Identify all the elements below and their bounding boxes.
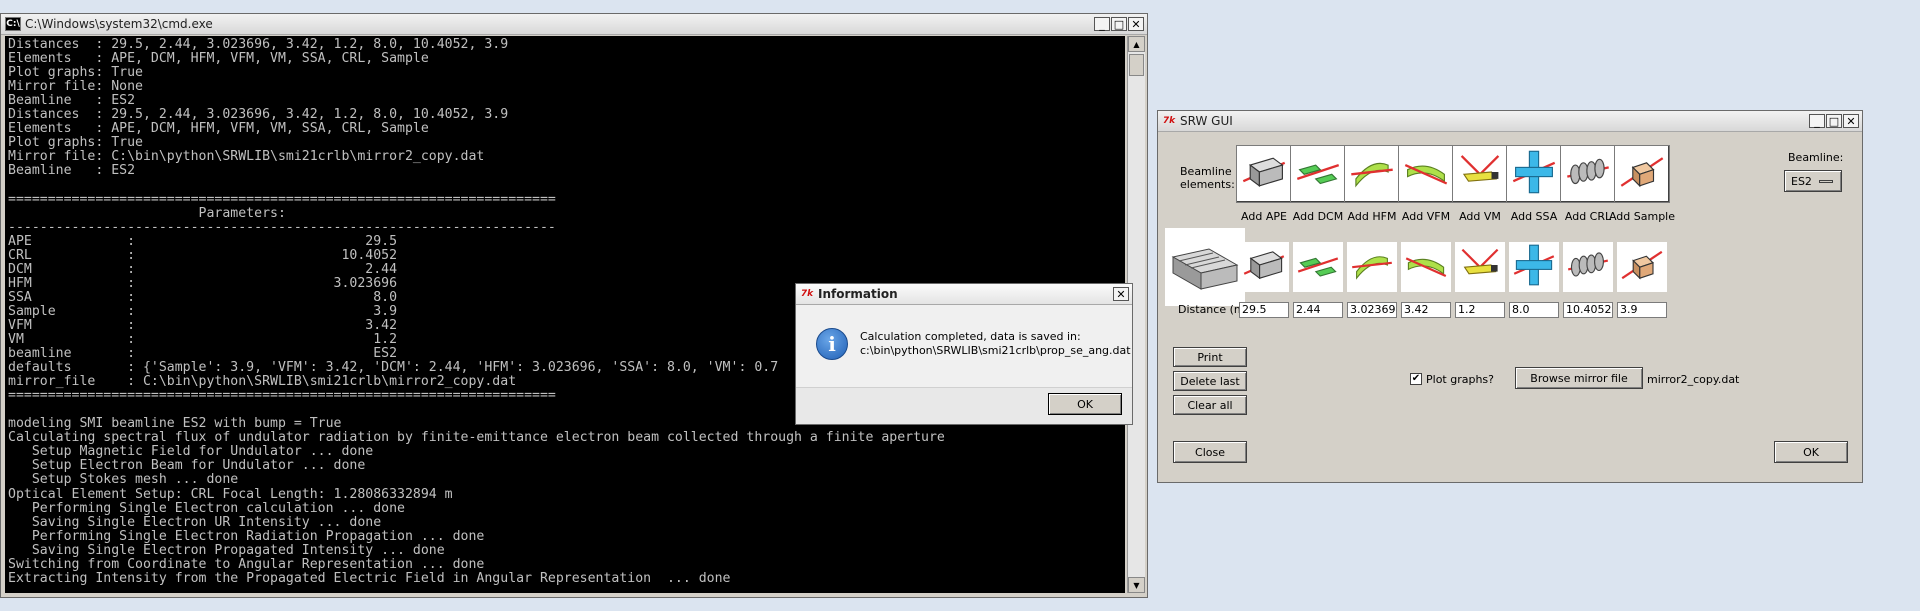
vm-icon <box>1457 149 1503 199</box>
dialog-ok-button[interactable]: OK <box>1048 393 1122 415</box>
crl-icon <box>1566 243 1610 291</box>
add-vm-button[interactable] <box>1452 145 1508 203</box>
element-preview <box>1293 242 1343 292</box>
element-preview <box>1617 242 1667 292</box>
add-vfm-button[interactable] <box>1398 145 1454 203</box>
add-sample-button[interactable] <box>1614 145 1670 203</box>
console-titlebar[interactable]: C:\ C:\Windows\system32\cmd.exe _ □ ✕ <box>1 14 1147 35</box>
srw-titlebar[interactable]: 7k SRW GUI _ □ ✕ <box>1158 111 1862 132</box>
distance-input[interactable]: 10.4052 <box>1563 302 1613 318</box>
plot-graphs-label: Plot graphs? <box>1426 373 1494 386</box>
close-button[interactable]: ✕ <box>1843 114 1859 128</box>
print-button[interactable]: Print <box>1173 347 1247 367</box>
minimize-button[interactable]: _ <box>1094 17 1110 31</box>
hfm-icon <box>1350 243 1394 291</box>
element-preview <box>1401 242 1451 292</box>
console-title: C:\Windows\system32\cmd.exe <box>25 17 213 31</box>
vfm-icon <box>1403 149 1449 199</box>
distance-input[interactable]: 29.5 <box>1239 302 1289 318</box>
cmd-icon: C:\ <box>5 17 21 31</box>
add-element-label: Add Sample <box>1608 210 1676 223</box>
add-hfm-button[interactable] <box>1344 145 1400 203</box>
info-icon: i <box>816 328 848 360</box>
tk-feather-icon: 7k <box>1162 116 1176 126</box>
beamline-preview-image <box>1165 228 1245 306</box>
close-button[interactable]: ✕ <box>1128 17 1144 31</box>
distance-input[interactable]: 3.42 <box>1401 302 1451 318</box>
scroll-up-arrow-icon[interactable]: ▲ <box>1128 36 1145 52</box>
option-menu-indicator-icon <box>1819 180 1833 183</box>
srw-gui-window[interactable]: 7k SRW GUI _ □ ✕ Beamline elements: Dist… <box>1157 110 1863 483</box>
beamline-select[interactable]: ES2 <box>1784 170 1842 192</box>
dcm-icon <box>1295 149 1341 199</box>
browse-mirror-button[interactable]: Browse mirror file <box>1515 367 1643 389</box>
ok-button[interactable]: OK <box>1774 441 1848 463</box>
scroll-thumb[interactable] <box>1129 54 1144 76</box>
vfm-icon <box>1404 243 1448 291</box>
srw-title: SRW GUI <box>1180 114 1233 128</box>
maximize-button[interactable]: □ <box>1826 114 1842 128</box>
close-button[interactable]: Close <box>1173 441 1247 463</box>
dialog-titlebar[interactable]: 7k Information ✕ <box>796 284 1132 305</box>
delete-last-button[interactable]: Delete last <box>1173 371 1247 391</box>
aperture-icon <box>1241 149 1287 199</box>
scroll-down-arrow-icon[interactable]: ▼ <box>1128 577 1145 593</box>
dialog-message-line1: Calculation completed, data is saved in: <box>860 330 1081 343</box>
ssa-icon <box>1511 149 1557 199</box>
element-preview <box>1455 242 1505 292</box>
beamline-select-value: ES2 <box>1791 174 1812 188</box>
element-preview <box>1347 242 1397 292</box>
crl-icon <box>1565 149 1611 199</box>
plot-graphs-checkbox[interactable]: ✔ <box>1410 373 1422 385</box>
aperture-icon <box>1242 243 1286 291</box>
distance-input[interactable]: 3.9 <box>1617 302 1667 318</box>
beamline-label: Beamline: <box>1788 151 1844 164</box>
add-dcm-button[interactable] <box>1290 145 1346 203</box>
dcm-icon <box>1296 243 1340 291</box>
distance-input[interactable]: 1.2 <box>1455 302 1505 318</box>
minimize-button[interactable]: _ <box>1809 114 1825 128</box>
distance-input[interactable]: 3.023696 <box>1347 302 1397 318</box>
tk-feather-icon: 7k <box>800 289 814 299</box>
vm-icon <box>1458 243 1502 291</box>
add-ssa-button[interactable] <box>1506 145 1562 203</box>
element-preview <box>1239 242 1289 292</box>
ssa-icon <box>1512 243 1556 291</box>
sample-icon <box>1620 243 1664 291</box>
dialog-title: Information <box>818 287 898 301</box>
sample-icon <box>1619 149 1665 199</box>
add-aperture-button[interactable] <box>1236 145 1292 203</box>
information-dialog[interactable]: 7k Information ✕ i Calculation completed… <box>795 283 1133 425</box>
beamline-elements-label: Beamline elements: <box>1180 165 1235 191</box>
close-button[interactable]: ✕ <box>1113 287 1129 301</box>
maximize-button[interactable]: □ <box>1111 17 1127 31</box>
add-crl-button[interactable] <box>1560 145 1616 203</box>
element-preview <box>1563 242 1613 292</box>
hfm-icon <box>1349 149 1395 199</box>
distance-input[interactable]: 8.0 <box>1509 302 1559 318</box>
mirror-file-value: mirror2_copy.dat <box>1647 373 1740 386</box>
element-preview <box>1509 242 1559 292</box>
distance-input[interactable]: 2.44 <box>1293 302 1343 318</box>
dialog-message-line2: c:\bin\python\SRWLIB\smi21crlb\prop_se_a… <box>860 344 1131 357</box>
clear-all-button[interactable]: Clear all <box>1173 395 1247 415</box>
